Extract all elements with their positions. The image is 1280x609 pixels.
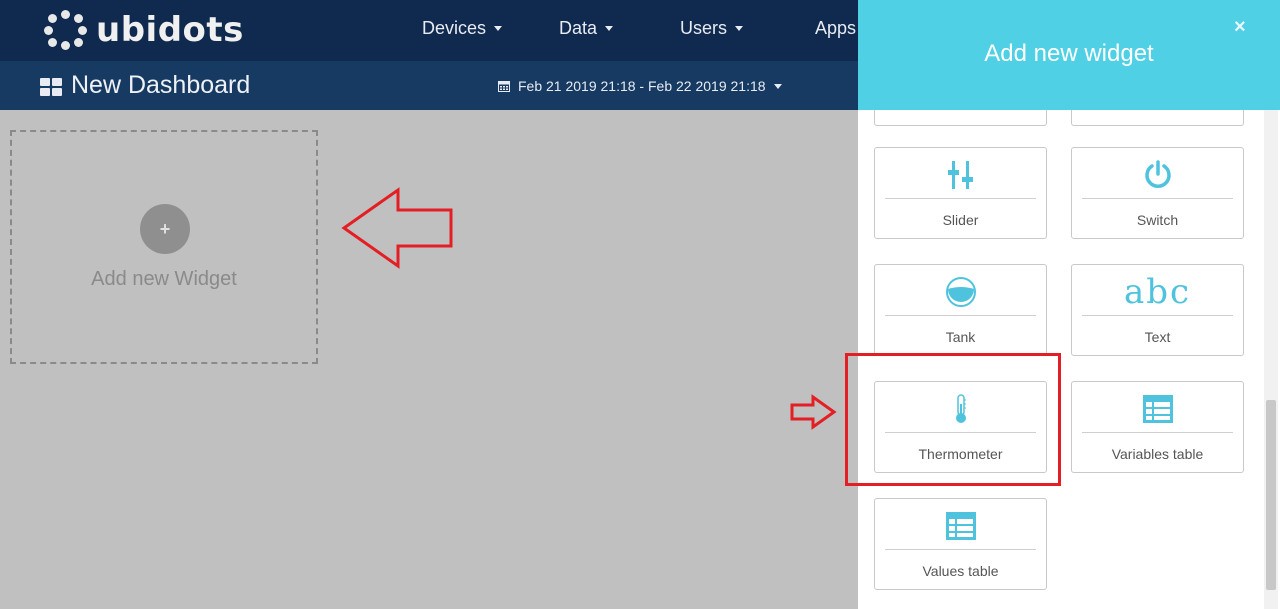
annotation-arrow-right <box>790 394 837 430</box>
widget-card-text[interactable]: abc Text <box>1071 264 1244 356</box>
caret-down-icon <box>735 26 744 31</box>
caret-down-icon <box>773 83 782 89</box>
brand-name: ubidots <box>96 10 244 50</box>
annotation-arrow-left <box>341 187 453 269</box>
widget-card-partial[interactable] <box>874 110 1047 126</box>
calendar-icon <box>498 81 510 92</box>
widget-card-variables-table[interactable]: Variables table <box>1071 381 1244 473</box>
annotation-highlight-box <box>845 353 1061 486</box>
date-range-label: Feb 21 2019 21:18 - Feb 22 2019 21:18 <box>518 78 766 94</box>
nav-apps-label: Apps <box>815 18 857 38</box>
widget-card-slider[interactable]: Slider <box>874 147 1047 239</box>
slider-icon <box>947 161 973 189</box>
nav-devices-label: Devices <box>422 18 487 38</box>
widget-label: Values table <box>922 563 999 579</box>
nav-users-label: Users <box>680 18 728 38</box>
widget-card-values-table[interactable]: Values table <box>874 498 1047 590</box>
widget-card-tank[interactable]: Tank <box>874 264 1047 356</box>
dashboard-title[interactable]: New Dashboard <box>71 71 250 100</box>
widget-label: Switch <box>1136 212 1179 228</box>
widget-label: Text <box>1144 329 1171 345</box>
tank-icon <box>945 277 976 307</box>
table-icon <box>945 512 976 540</box>
widget-label: Tank <box>945 329 976 345</box>
nav-data-label: Data <box>559 18 598 38</box>
panel-scrollbar-thumb[interactable] <box>1266 400 1276 590</box>
nav-data[interactable]: Data <box>559 18 614 39</box>
abc-text-icon: abc <box>1123 272 1192 312</box>
nav-users[interactable]: Users <box>680 18 744 39</box>
nav-devices[interactable]: Devices <box>422 18 503 39</box>
caret-down-icon <box>494 26 503 31</box>
panel-title: Add new widget <box>984 40 1154 67</box>
widget-card-switch[interactable]: Switch <box>1071 147 1244 239</box>
power-icon <box>1144 160 1171 188</box>
widget-label: Variables table <box>1111 446 1204 462</box>
add-widget-placeholder[interactable]: + Add new Widget <box>10 130 318 364</box>
caret-down-icon <box>605 26 614 31</box>
nav-apps[interactable]: Apps <box>815 18 856 39</box>
logo-dots-icon <box>44 10 88 50</box>
ubidots-logo[interactable]: ubidots <box>44 10 244 50</box>
close-icon[interactable]: × <box>1234 16 1246 39</box>
widget-label: Slider <box>942 212 979 228</box>
panel-header: Add new widget × <box>858 0 1280 110</box>
add-widget-panel: Add new widget × Slider Switch Tank abc … <box>858 0 1280 609</box>
widget-card-partial[interactable] <box>1071 110 1244 126</box>
add-widget-label: Add new Widget <box>91 268 237 290</box>
date-range-picker[interactable]: Feb 21 2019 21:18 - Feb 22 2019 21:18 <box>498 78 782 94</box>
dashboard-grid-icon[interactable] <box>40 78 63 97</box>
table-icon <box>1142 395 1173 423</box>
add-widget-plus-button[interactable]: + <box>140 204 190 254</box>
